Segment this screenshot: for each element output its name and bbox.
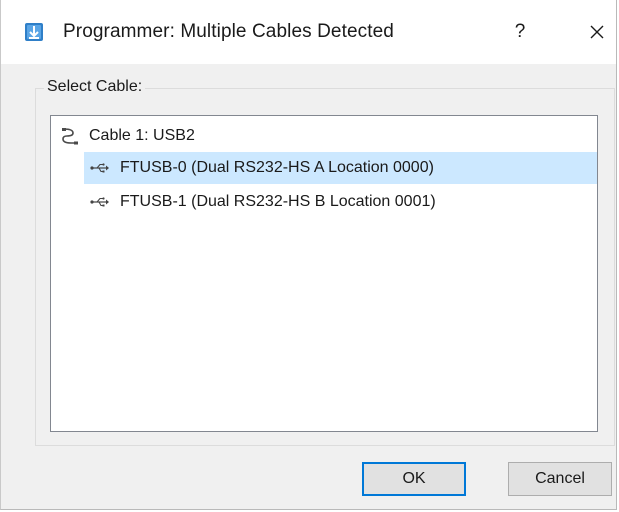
close-icon — [590, 25, 604, 39]
tree-item-ftusb-1[interactable]: FTUSB-1 (Dual RS232-HS B Location 0001) — [84, 186, 597, 218]
dialog-body: Programmer: Multiple Cables Detected ? S… — [0, 0, 617, 510]
tree-item-cable-1[interactable]: Cable 1: USB2 — [61, 120, 591, 152]
tree-item-ftusb-0[interactable]: FTUSB-0 (Dual RS232-HS A Location 0000) — [84, 152, 597, 184]
close-button[interactable] — [577, 14, 617, 50]
cable-tree[interactable]: Cable 1: USB2 FTUSB-0 (Dual RS232-HS A L… — [50, 115, 598, 432]
window-title: Programmer: Multiple Cables Detected — [63, 21, 394, 42]
usb-icon — [90, 163, 109, 173]
help-button[interactable]: ? — [500, 14, 540, 50]
tree-item-label: Cable 1: USB2 — [89, 127, 195, 144]
programmer-app-icon — [25, 23, 43, 41]
ok-button[interactable]: OK — [362, 462, 466, 496]
usb-icon — [90, 197, 109, 207]
cancel-button[interactable]: Cancel — [508, 462, 612, 496]
tree-item-label: FTUSB-0 (Dual RS232-HS A Location 0000) — [120, 159, 434, 176]
dialog-window: Programmer: Multiple Cables Detected ? S… — [0, 0, 619, 512]
title-bar[interactable]: Programmer: Multiple Cables Detected ? — [1, 0, 616, 64]
select-cable-label: Select Cable: — [44, 78, 146, 96]
cable-icon — [62, 127, 78, 145]
tree-item-label: FTUSB-1 (Dual RS232-HS B Location 0001) — [120, 193, 436, 210]
